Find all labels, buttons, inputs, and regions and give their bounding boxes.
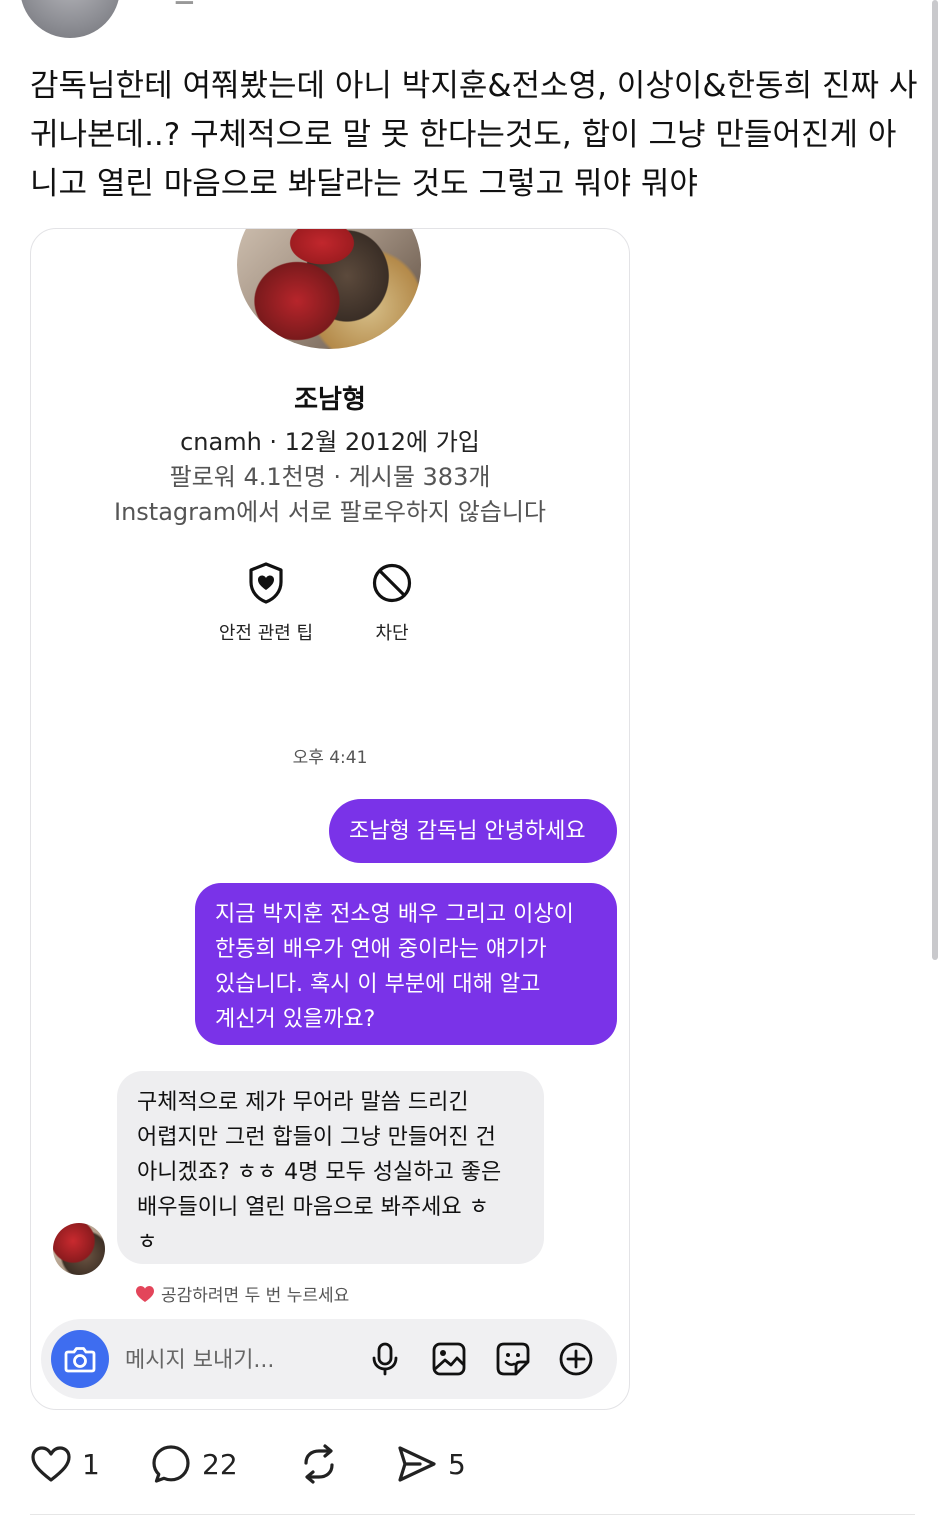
message-composer — [41, 1319, 617, 1401]
add-circle-icon[interactable] — [558, 1341, 594, 1377]
divider — [30, 1514, 915, 1515]
gallery-icon[interactable] — [431, 1341, 467, 1377]
message-timestamp: 오후 4:41 — [292, 748, 368, 768]
share-button[interactable]: 5 — [396, 1440, 466, 1488]
comment-icon — [152, 1445, 190, 1483]
like-button[interactable]: 1 — [30, 1440, 100, 1488]
safety-tips-label: 안전 관련 팁 — [218, 623, 314, 644]
send-icon — [398, 1446, 436, 1482]
profile-stats: 팔로워 4.1천명 · 게시물 383개 — [169, 463, 491, 491]
like-hint: 공감하려면 두 번 누르세요 — [135, 1281, 349, 1306]
heart-outline-icon — [31, 1446, 71, 1482]
message-input[interactable] — [123, 1319, 357, 1401]
repost-icon — [304, 1444, 334, 1484]
block-label: 차단 — [375, 623, 409, 644]
follow-status: Instagram에서 서로 팔로우하지 않습니다 — [113, 498, 547, 526]
profile-photo — [237, 229, 421, 349]
incoming-message[interactable]: 구체적으로 제가 무어라 말씀 드리긴 어렵지만 그런 합들이 그냥 만들어진 … — [117, 1071, 544, 1264]
outgoing-message[interactable]: 지금 박지훈 전소영 배우 그리고 이상이 한동희 배우가 연애 중이라는 얘기… — [195, 883, 617, 1045]
safety-tips-button[interactable]: 안전 관련 팁 — [206, 561, 326, 645]
like-count: 1 — [82, 1447, 100, 1481]
share-count: 5 — [448, 1447, 466, 1481]
heart-icon — [136, 1285, 154, 1302]
repost-button[interactable] — [298, 1440, 340, 1488]
block-icon — [372, 563, 412, 603]
sticker-icon[interactable] — [495, 1341, 531, 1377]
block-button[interactable]: 차단 — [332, 561, 452, 645]
profile-name: 조남형 — [294, 385, 366, 415]
reply-count: 22 — [202, 1447, 238, 1481]
shield-heart-icon — [249, 562, 283, 604]
microphone-icon[interactable] — [367, 1341, 403, 1377]
outgoing-message[interactable]: 조남형 감독님 안녕하세요 — [329, 799, 617, 863]
attached-image[interactable]: 조남형 cnamh · 12월 2012에 가입 팔로워 4.1천명 · 게시물… — [30, 228, 630, 1410]
reply-button[interactable]: 22 — [150, 1440, 238, 1488]
profile-handle: cnamh · 12월 2012에 가입 — [180, 428, 480, 456]
sender-avatar[interactable] — [53, 1223, 105, 1275]
like-hint-text: 공감하려면 두 번 누르세요 — [161, 1286, 350, 1306]
post-text: 감독님한테 여쭤봤는데 아니 박지훈&전소영, 이상이&한동희 진짜 사귀나본데… — [30, 68, 918, 202]
camera-icon — [64, 1347, 96, 1373]
camera-button[interactable] — [51, 1330, 109, 1388]
author-name[interactable]: · ▁ · · · · · · · · · — [150, 0, 630, 4]
author-avatar[interactable] — [20, 0, 120, 38]
scrollbar[interactable] — [932, 0, 938, 960]
